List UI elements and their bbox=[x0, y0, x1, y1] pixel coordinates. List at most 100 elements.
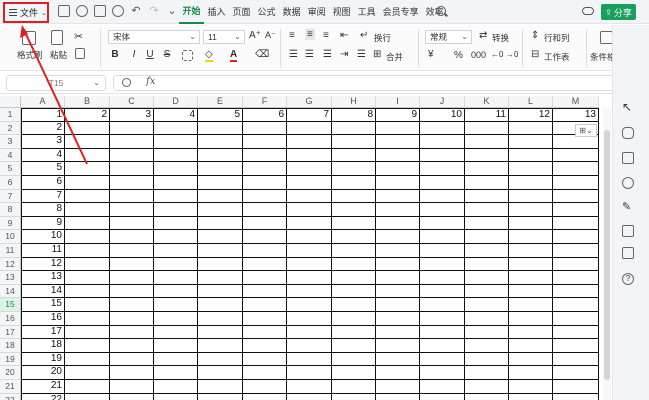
grid-cell[interactable] bbox=[376, 271, 420, 285]
grid-cell[interactable] bbox=[65, 393, 110, 400]
menu-tab-item[interactable]: 会员专享 bbox=[379, 0, 422, 24]
align-bottom-icon[interactable]: ≡ bbox=[323, 30, 329, 41]
grid-cell[interactable]: 19 bbox=[21, 352, 65, 367]
decimal-decrease-icon[interactable]: →0 bbox=[506, 50, 518, 59]
paste-label[interactable]: 粘贴 bbox=[50, 49, 67, 61]
grid-cell[interactable] bbox=[198, 203, 243, 217]
grid-cell[interactable]: 6 bbox=[243, 108, 287, 122]
grid-cell[interactable] bbox=[332, 148, 376, 163]
grid-cell[interactable] bbox=[243, 135, 287, 149]
grid-cell[interactable] bbox=[65, 121, 110, 136]
grid-cell[interactable]: 2 bbox=[21, 121, 65, 136]
grid-cell[interactable] bbox=[154, 271, 198, 285]
grid-cell[interactable] bbox=[376, 298, 420, 312]
row-header[interactable]: 13 bbox=[0, 271, 21, 285]
grid-cell[interactable] bbox=[332, 203, 376, 217]
grid-cell[interactable] bbox=[376, 162, 420, 176]
font-name-select[interactable]: 宋体 ⌄ bbox=[108, 30, 200, 44]
grid-cell[interactable] bbox=[243, 352, 287, 367]
grid-cell[interactable]: 16 bbox=[21, 312, 65, 326]
grid-cell[interactable] bbox=[332, 352, 376, 367]
grid-cell[interactable] bbox=[154, 352, 198, 367]
paste-icon[interactable] bbox=[51, 30, 63, 45]
align-right-icon[interactable]: ☰ bbox=[323, 49, 332, 60]
grid-cell[interactable] bbox=[420, 312, 465, 326]
row-header[interactable]: 16 bbox=[0, 312, 21, 326]
grid-cell[interactable] bbox=[465, 203, 509, 217]
menu-tab-item[interactable]: 数据 bbox=[279, 0, 304, 24]
grid-cell[interactable] bbox=[553, 257, 599, 272]
row-header[interactable]: 9 bbox=[0, 216, 21, 231]
grid-cell[interactable] bbox=[65, 325, 110, 340]
grid-cell[interactable] bbox=[376, 380, 420, 394]
grid-cell[interactable] bbox=[110, 352, 154, 367]
print-preview-icon[interactable] bbox=[112, 5, 124, 17]
column-header[interactable]: G bbox=[287, 96, 332, 108]
grid-cell[interactable] bbox=[65, 135, 110, 149]
menu-tab-item[interactable]: 公式 bbox=[254, 0, 279, 24]
row-header[interactable]: 19 bbox=[0, 352, 21, 367]
fill-color-icon[interactable]: ◇ bbox=[205, 49, 213, 62]
grid-cell[interactable] bbox=[198, 284, 243, 299]
row-header[interactable]: 18 bbox=[0, 339, 21, 353]
grid-cell[interactable] bbox=[154, 162, 198, 176]
menu-tab-item[interactable]: 视图 bbox=[329, 0, 354, 24]
justify-icon[interactable]: ☰ bbox=[357, 49, 366, 60]
grid-cell[interactable] bbox=[287, 135, 332, 149]
column-header[interactable]: C bbox=[110, 96, 154, 108]
grid-cell[interactable] bbox=[332, 393, 376, 400]
comment-icon[interactable] bbox=[622, 152, 634, 164]
row-header[interactable]: 15 bbox=[0, 298, 21, 312]
font-color-icon[interactable]: A bbox=[230, 49, 238, 62]
grid-cell[interactable] bbox=[420, 176, 465, 190]
grid-cell[interactable] bbox=[509, 339, 553, 353]
align-middle-icon[interactable]: ≡ bbox=[305, 29, 315, 40]
help-icon[interactable]: ? bbox=[622, 273, 634, 285]
grid-cell[interactable] bbox=[198, 230, 243, 244]
grid-cell[interactable] bbox=[110, 135, 154, 149]
grid-cell[interactable] bbox=[332, 244, 376, 258]
grid-cell[interactable] bbox=[243, 298, 287, 312]
align-left-icon[interactable]: ☰ bbox=[289, 49, 298, 60]
zoom-icon[interactable] bbox=[122, 78, 131, 87]
grid-cell[interactable] bbox=[198, 216, 243, 231]
clear-format-icon[interactable]: ⌫ bbox=[255, 49, 269, 60]
grid-cell[interactable]: 12 bbox=[509, 108, 553, 122]
grid-cell[interactable]: 10 bbox=[420, 108, 465, 122]
grid-cell[interactable] bbox=[65, 271, 110, 285]
grid-cell[interactable] bbox=[420, 257, 465, 272]
grid-cell[interactable]: 22 bbox=[21, 393, 65, 400]
grid-cell[interactable] bbox=[154, 216, 198, 231]
grid-cell[interactable] bbox=[65, 162, 110, 176]
grid-cell[interactable] bbox=[110, 257, 154, 272]
conditional-format-label[interactable]: 条件格式 bbox=[590, 51, 612, 63]
grid-cell[interactable] bbox=[465, 352, 509, 367]
grid-cell[interactable] bbox=[65, 352, 110, 367]
grid-cell[interactable] bbox=[243, 162, 287, 176]
bold-button[interactable]: B bbox=[108, 49, 122, 60]
align-center-icon[interactable]: ☰ bbox=[305, 49, 314, 60]
grid-cell[interactable] bbox=[243, 148, 287, 163]
book-icon[interactable] bbox=[622, 225, 634, 237]
grid-cell[interactable] bbox=[65, 189, 110, 204]
row-header[interactable]: 20 bbox=[0, 366, 21, 380]
grid-cell[interactable] bbox=[110, 312, 154, 326]
column-header[interactable]: I bbox=[376, 96, 420, 108]
grid-cell[interactable] bbox=[420, 189, 465, 204]
grid-cell[interactable] bbox=[420, 244, 465, 258]
rows-cols-icon[interactable]: ⇕ bbox=[531, 30, 539, 41]
grid-cell[interactable] bbox=[198, 271, 243, 285]
grid-cell[interactable]: 12 bbox=[21, 257, 65, 272]
grid-cell[interactable] bbox=[465, 325, 509, 340]
grid-cell[interactable] bbox=[243, 393, 287, 400]
grid-cell[interactable] bbox=[110, 148, 154, 163]
format-painter-icon[interactable] bbox=[22, 31, 36, 45]
grid-cell[interactable]: 7 bbox=[287, 108, 332, 122]
share-button[interactable]: ⇪ 分享 bbox=[601, 4, 636, 20]
grid-cell[interactable] bbox=[332, 257, 376, 272]
wrap-text-label[interactable]: 换行 bbox=[374, 32, 391, 44]
grid-cell[interactable] bbox=[553, 244, 599, 258]
menu-tab-item[interactable]: 工具 bbox=[354, 0, 379, 24]
column-header[interactable]: D bbox=[154, 96, 198, 108]
grid-cell[interactable] bbox=[198, 257, 243, 272]
